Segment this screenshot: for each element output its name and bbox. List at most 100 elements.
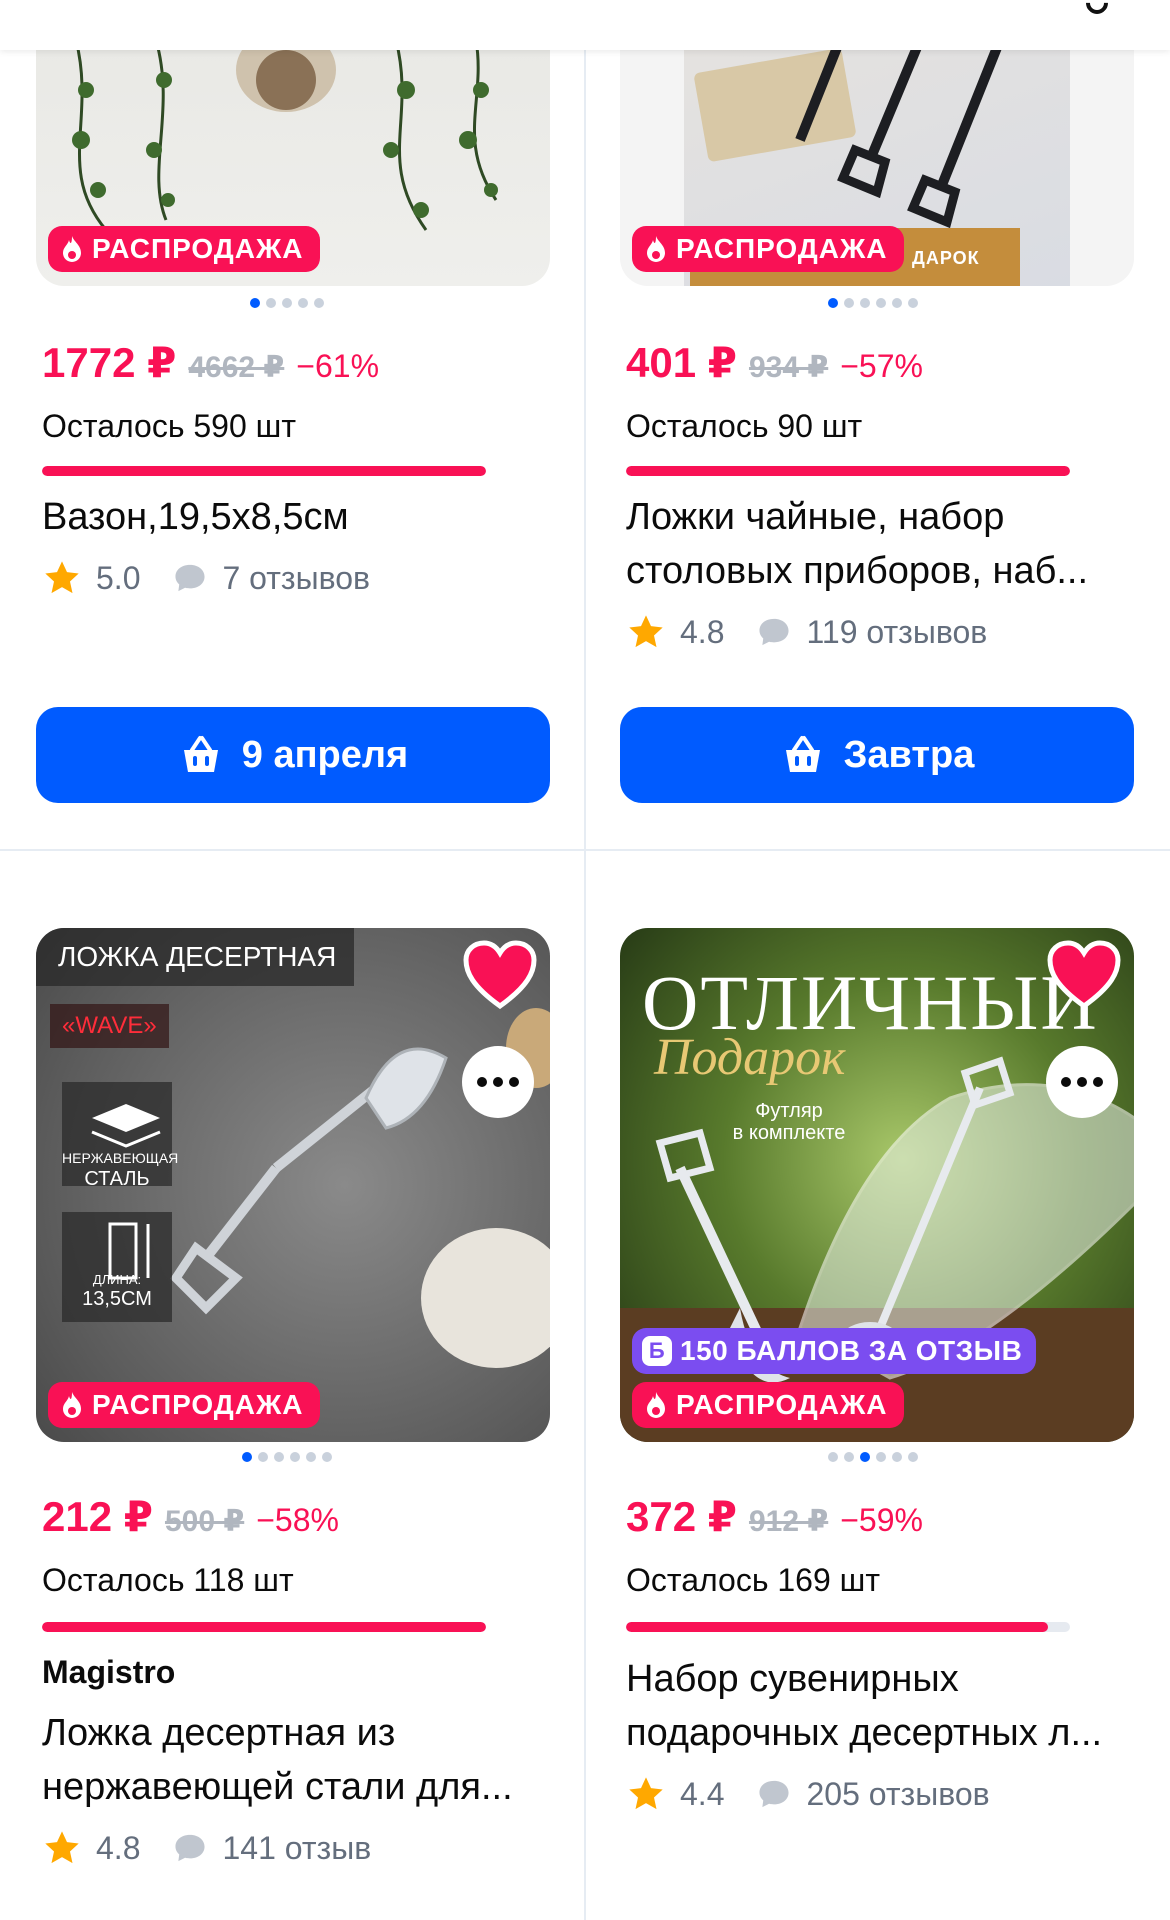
reviews-count[interactable]: 7 отзывов: [222, 560, 370, 597]
sale-badge-label: РАСПРОДАЖА: [676, 233, 888, 264]
pagination-dot: [828, 1452, 838, 1462]
flame-icon: [63, 1392, 81, 1418]
stock-bar-fill: [42, 466, 486, 476]
rating-row: 4.4 205 отзывов: [626, 1774, 990, 1814]
pagination-dot: [242, 1452, 252, 1462]
product-title[interactable]: Ложка десертная из нержавеющей стали для…: [42, 1706, 542, 1814]
discount: −57%: [840, 348, 923, 384]
comment-icon: [759, 618, 790, 646]
pagination-dot: [844, 298, 854, 308]
image-length-line1: ДЛИНА:: [92, 1272, 142, 1287]
comment-icon: [175, 564, 206, 592]
stock-bar-fill: [42, 1622, 486, 1632]
image-caption: ДАРОК: [912, 248, 980, 268]
sale-badge: РАСПРОДАЖА: [632, 226, 904, 272]
pagination-dot: [258, 1452, 268, 1462]
pagination-dot: [892, 1452, 902, 1462]
add-to-cart-button[interactable]: 9 апреля: [36, 707, 550, 803]
stock-remaining: Осталось 90 шт: [626, 408, 863, 444]
current-price: 401 ₽: [626, 339, 737, 386]
flame-icon: [63, 236, 81, 262]
points-icon: Б: [642, 1336, 672, 1366]
rating-row: 4.8 141 отзыв: [42, 1828, 371, 1868]
pagination-dot: [860, 298, 870, 308]
product-title[interactable]: Вазон,19,5х8,5см: [42, 490, 542, 544]
basket-icon: [183, 736, 218, 772]
rating-row: 4.8 119 отзывов: [626, 612, 987, 652]
image-case-line2: в комплекте: [732, 1122, 846, 1144]
image-series-label: «WAVE»: [50, 1004, 169, 1048]
old-price: 500 ₽: [164, 1505, 245, 1538]
stock-bar: [626, 466, 1070, 476]
brand-name[interactable]: Magistro: [42, 1654, 175, 1691]
product-image[interactable]: ОТЛИЧНЫЙ Подарок Футляр в комплекте Б 15…: [620, 928, 1134, 1442]
sale-badge-label: РАСПРОДАЖА: [92, 233, 304, 264]
reviews-count[interactable]: 141 отзыв: [222, 1830, 371, 1867]
more-options-button[interactable]: [1046, 1046, 1118, 1118]
stock-remaining: Осталось 590 шт: [42, 408, 296, 444]
review-points-badge: Б 150 БАЛЛОВ ЗА ОТЗЫВ: [632, 1328, 1037, 1374]
stock-bar: [626, 1622, 1070, 1632]
flame-icon: [647, 1392, 665, 1418]
reviews-count[interactable]: 205 отзывов: [806, 1776, 989, 1813]
column-divider: [584, 50, 586, 1920]
pagination-dot: [844, 1452, 854, 1462]
favorite-heart-icon[interactable]: [1046, 940, 1122, 1010]
pagination-dot: [290, 1452, 300, 1462]
pagination-dot: [274, 1452, 284, 1462]
pagination-dot: [322, 1452, 332, 1462]
pagination-dot: [876, 1452, 886, 1462]
stock-bar-fill: [626, 1622, 1048, 1632]
review-points-label: 150 БАЛЛОВ ЗА ОТЗЫВ: [680, 1335, 1023, 1366]
image-steel-line1: НЕРЖАВЕЮЩАЯ: [62, 1150, 179, 1166]
star-icon: [629, 1777, 663, 1810]
reviews-count[interactable]: 119 отзывов: [806, 614, 987, 651]
product-grid: РАСПРОДАЖА 1772 ₽ 4662 ₽ −61% Осталось 5…: [0, 0, 1170, 1920]
rating-value: 4.8: [96, 1829, 141, 1866]
sale-badge: РАСПРОДАЖА: [48, 226, 320, 272]
price-row: 212 ₽ 500 ₽ −58%: [42, 1492, 339, 1541]
image-case-line1: Футляр: [755, 1100, 823, 1122]
pagination-dot: [250, 298, 260, 308]
stock-bar: [42, 1622, 486, 1632]
more-options-button[interactable]: [462, 1046, 534, 1118]
pagination-dot: [860, 1452, 870, 1462]
stock-bar-fill: [626, 466, 1070, 476]
sale-badge-label: РАСПРОДАЖА: [676, 1389, 888, 1420]
old-price: 912 ₽: [748, 1505, 829, 1538]
star-icon: [45, 1831, 79, 1864]
image-pagination: [250, 298, 324, 310]
image-pagination: [828, 298, 918, 310]
product-image[interactable]: ЛОЖКА ДЕСЕРТНАЯ «WAVE» НЕРЖАВЕЮЩАЯ СТАЛЬ…: [36, 928, 550, 1442]
pagination-dot: [892, 298, 902, 308]
price-row: 401 ₽ 934 ₽ −57%: [626, 338, 923, 387]
profile-icon[interactable]: [1081, 0, 1113, 19]
pagination-dot: [828, 298, 838, 308]
row-divider: [0, 849, 1170, 851]
add-to-cart-button[interactable]: Завтра: [620, 707, 1134, 803]
pagination-dot: [908, 298, 918, 308]
current-price: 212 ₽: [42, 1493, 153, 1540]
image-headline: ЛОЖКА ДЕСЕРТНАЯ: [36, 928, 355, 986]
stock-remaining: Осталось 169 шт: [626, 1562, 880, 1598]
rating-value: 4.4: [680, 1775, 725, 1812]
comment-icon: [175, 1834, 206, 1862]
pagination-dot: [266, 298, 276, 308]
product-title[interactable]: Набор сувенирных подарочных десертных л.…: [626, 1652, 1126, 1760]
image-script-text: Подарок: [654, 1029, 846, 1086]
product-title[interactable]: Ложки чайные, набор столовых приборов, н…: [626, 490, 1126, 598]
star-icon: [629, 615, 663, 648]
image-steel-line2: СТАЛЬ: [84, 1168, 150, 1190]
stock-remaining: Осталось 118 шт: [42, 1562, 294, 1598]
favorite-heart-icon[interactable]: [462, 940, 538, 1010]
star-icon: [45, 561, 79, 594]
discount: −59%: [840, 1502, 923, 1538]
sale-badge-label: РАСПРОДАЖА: [92, 1389, 304, 1420]
image-pagination: [242, 1452, 332, 1464]
pagination-dot: [282, 298, 292, 308]
top-bar: [0, 0, 1170, 50]
pagination-dot: [314, 298, 324, 308]
rating-value: 4.8: [680, 613, 725, 650]
old-price: 4662 ₽: [188, 351, 285, 384]
current-price: 1772 ₽: [42, 339, 177, 386]
